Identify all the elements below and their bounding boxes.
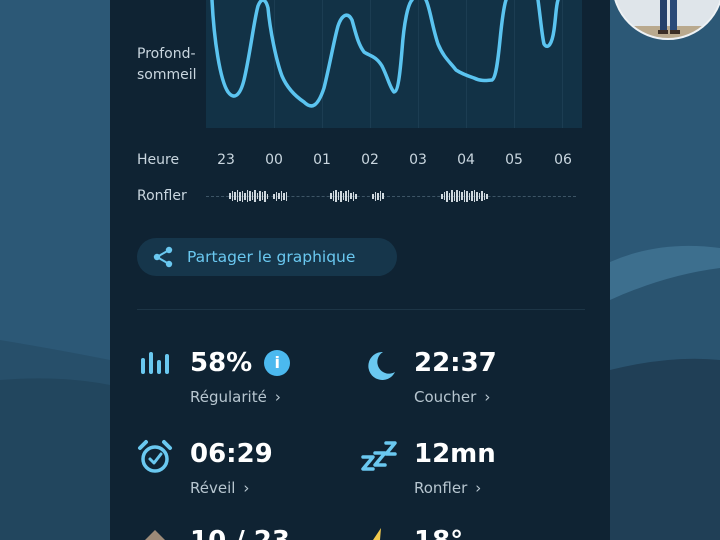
wake-label: Réveil [190,479,236,497]
regularity-label-row: Régularité › [190,388,281,406]
partial-left-value: 10 / 23 [190,526,290,540]
bedtime-label: Coucher [414,388,477,406]
hour-tick: 04 [457,152,475,168]
snore-waveform [330,188,357,204]
moon-icon [368,351,395,380]
chevron-right-icon: › [475,479,482,497]
sleep-cycle-chart [206,0,582,128]
chevron-right-icon: › [274,388,281,406]
share-icon [153,246,173,268]
sleep-curve [210,0,560,108]
regularity-bars-icon [141,352,169,374]
hour-tick: 06 [554,152,572,168]
hour-tick: 01 [313,152,331,168]
info-icon[interactable]: i [264,350,291,376]
snore-label: Ronfler [414,479,468,497]
regularity-label: Régularité [190,388,267,406]
bedtime-label-row: Coucher › [414,388,490,406]
hour-tick: 03 [409,152,427,168]
snore-row-label: Ronfler [137,188,187,204]
section-divider [137,309,585,310]
partial-right-value: 18° [414,526,463,540]
snore-value: 12mn [414,439,496,469]
chevron-right-icon: › [484,388,491,406]
zzz-icon [361,441,397,471]
stat-wake[interactable]: 06:29 Réveil › [137,439,357,503]
stat-partial-right[interactable]: 18° [361,526,581,540]
bolt-icon [373,528,389,540]
home-icon [145,530,165,540]
regularity-value: 58% [190,348,253,378]
snore-waveform [273,188,287,204]
stat-snore[interactable]: 12mn Ronfler › [361,439,581,503]
hour-tick: 00 [265,152,283,168]
snore-label-row: Ronfler › [414,479,481,497]
stat-regularity[interactable]: 58% i Régularité › [137,348,357,412]
stat-bedtime[interactable]: 22:37 Coucher › [361,348,581,412]
deep-sleep-label: Profond- sommeil [137,44,207,86]
share-chart-label: Partager le graphique [187,248,356,266]
hour-tick: 05 [505,152,523,168]
snore-waveform [372,188,384,204]
snore-waveform [229,188,268,204]
deep-sleep-label-text: Profond- sommeil [137,46,197,83]
chevron-right-icon: › [243,479,250,497]
regularity-value-row: 58% i [190,348,291,378]
stat-partial-left[interactable]: 10 / 23 [137,526,357,540]
wake-label-row: Réveil › [190,479,249,497]
share-chart-button[interactable]: Partager le graphique [137,238,397,276]
hour-tick: 02 [361,152,379,168]
alarm-clock-icon [138,440,172,473]
snore-waveform [441,188,488,204]
wake-value: 06:29 [190,439,273,469]
hour-tick: 23 [217,152,235,168]
hour-axis-label: Heure [137,152,180,168]
bedtime-value: 22:37 [414,348,497,378]
